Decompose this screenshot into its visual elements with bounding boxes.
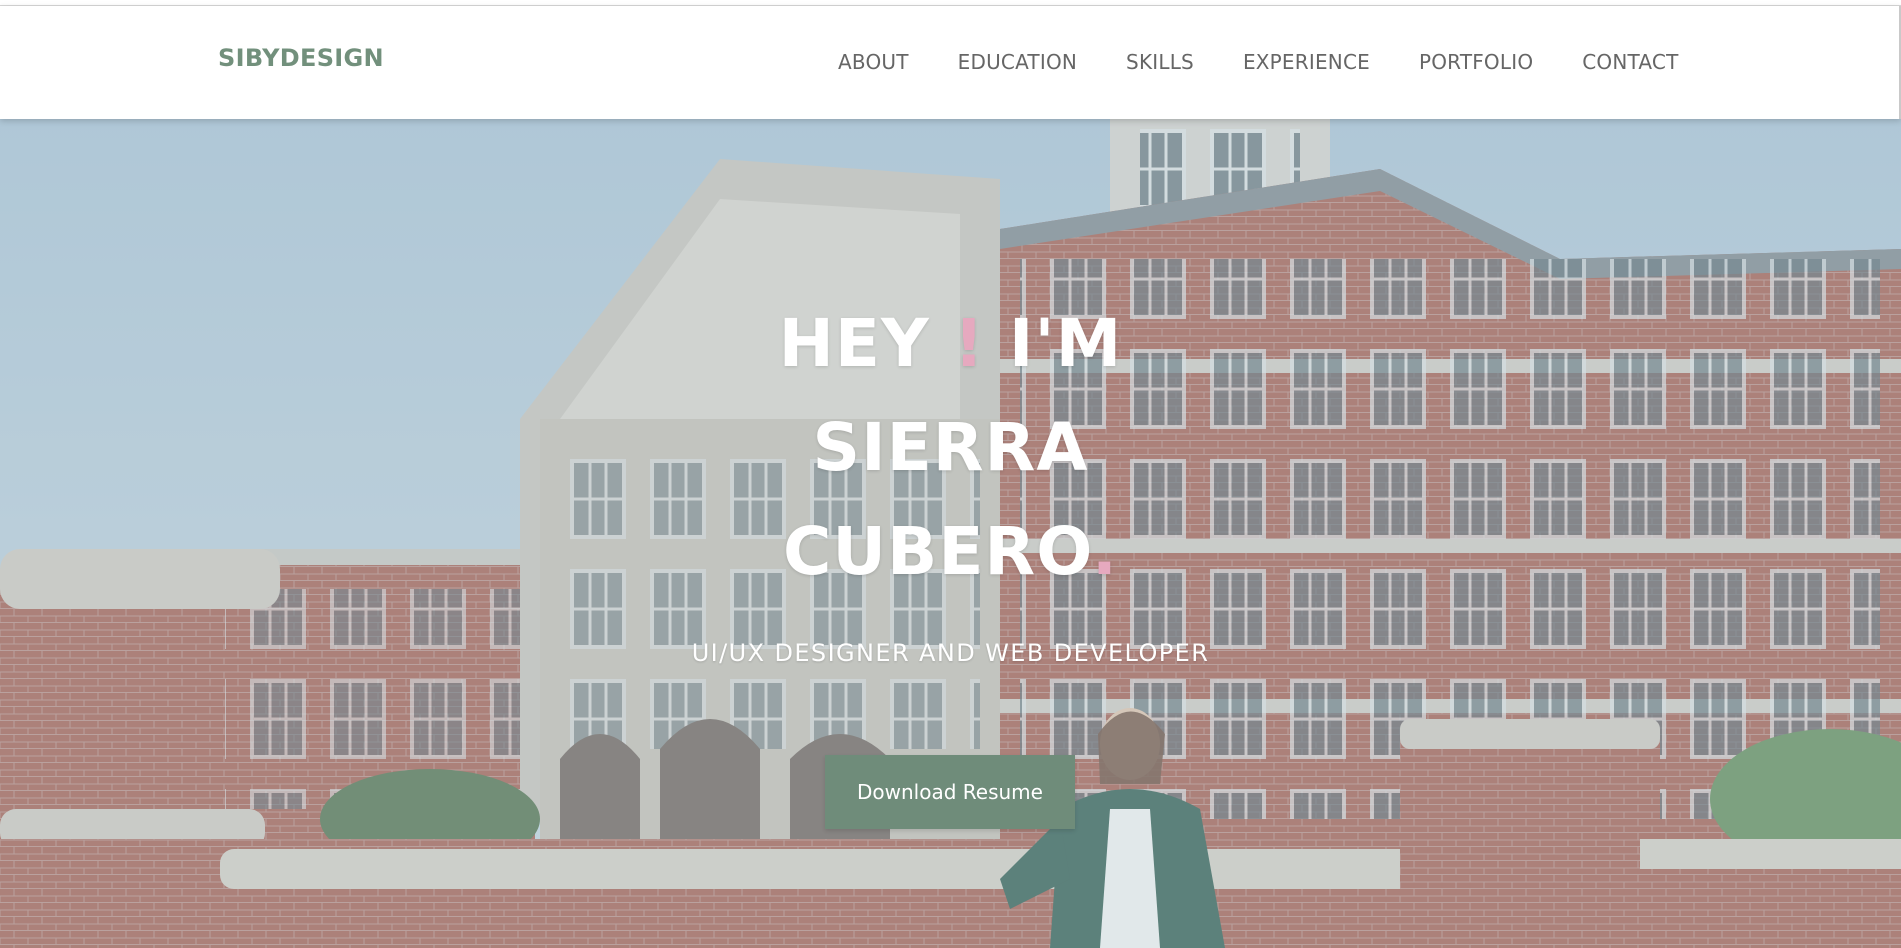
brand-logo[interactable]: SIBYDESIGN: [218, 44, 384, 72]
nav-education-link[interactable]: EDUCATION: [958, 50, 1077, 74]
nav-contact-link[interactable]: CONTACT: [1582, 50, 1678, 74]
site-header: SIBYDESIGN ABOUT EDUCATION SKILLS EXPERI…: [0, 6, 1901, 119]
nav-about-link[interactable]: ABOUT: [838, 50, 909, 74]
exclamation-accent: !: [953, 305, 985, 382]
last-name-text: CUBERO: [783, 513, 1092, 590]
im-text: I'M: [1008, 305, 1123, 382]
main-nav: ABOUT EDUCATION SKILLS EXPERIENCE PORTFO…: [838, 50, 1679, 74]
nav-portfolio-link[interactable]: PORTFOLIO: [1419, 50, 1533, 74]
hero-heading-line-1: HEY ! I'M: [0, 292, 1901, 396]
period-accent: .: [1091, 513, 1118, 590]
nav-experience-link[interactable]: EXPERIENCE: [1243, 50, 1370, 74]
hero-heading-first-name: SIERRA: [812, 409, 1089, 486]
hero-subtitle: UI/UX DESIGNER AND WEB DEVELOPER: [691, 639, 1210, 667]
hero-section: HEY ! I'M SIERRA CUBERO. UI/UX DESIGNER …: [0, 119, 1901, 948]
download-resume-button[interactable]: Download Resume: [825, 755, 1075, 829]
hero-heading-line-3: CUBERO.: [0, 500, 1901, 604]
greeting-text: HEY: [778, 305, 930, 382]
nav-skills-link[interactable]: SKILLS: [1126, 50, 1194, 74]
